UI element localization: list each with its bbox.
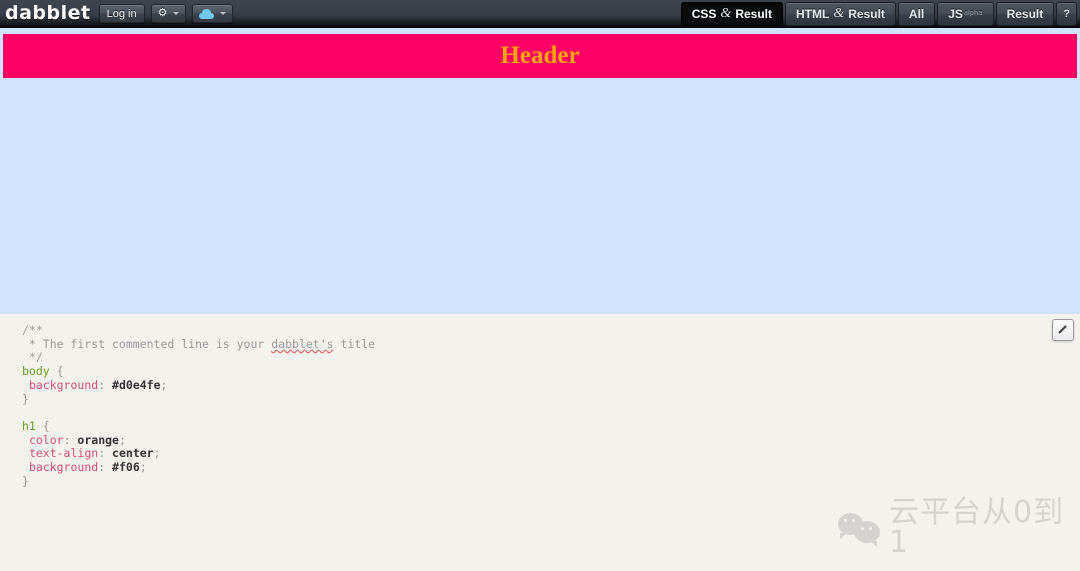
preview-header-h1: Header [3, 34, 1077, 78]
tab-result[interactable]: Result [995, 1, 1055, 26]
code-value-text-align: center [112, 446, 154, 461]
edit-toggle-button[interactable] [1052, 319, 1074, 341]
code-colon: : [98, 377, 113, 392]
css-editor-pane[interactable]: /** * The first commented line is your d… [0, 314, 1080, 571]
tab-css-result[interactable]: CSS & Result [680, 1, 783, 26]
code-line: /** [22, 323, 1080, 338]
code-brace-close: } [22, 391, 29, 406]
code-line: background: #f06; [22, 460, 1080, 475]
code-semicolon: ; [160, 377, 168, 392]
code-property-background-h1: background [28, 460, 99, 475]
code-value-background: #d0e4fe [112, 377, 161, 392]
tab-html-result[interactable]: HTML & Result [785, 1, 896, 26]
tab-html-result-left: HTML [796, 6, 830, 21]
tab-css-result-left: CSS [691, 6, 717, 21]
tab-result-label: Result [1006, 6, 1044, 21]
code-property-color: color [28, 432, 64, 447]
css-code-content[interactable]: /** * The first commented line is your d… [0, 314, 1080, 488]
code-semicolon: ; [139, 460, 147, 475]
chevron-down-icon [173, 12, 180, 15]
tab-html-result-right: Result [848, 6, 885, 21]
code-value-background-h1: #f06 [112, 460, 140, 475]
code-line: } [22, 473, 1080, 489]
code-comment-close: */ [22, 350, 43, 365]
login-button-label: Log in [106, 7, 137, 20]
tab-css-result-right: Result [735, 6, 772, 21]
code-colon: : [98, 460, 113, 475]
code-line: h1 { [22, 418, 1080, 434]
ampersand-glyph: & [720, 5, 732, 21]
code-selector-body: body [22, 364, 50, 379]
code-semicolon: ; [118, 432, 126, 447]
code-brace-close: } [22, 473, 29, 488]
save-cloud-button[interactable] [192, 4, 234, 23]
code-value-color: orange [77, 432, 119, 447]
code-property-text-align: text-align [28, 446, 99, 461]
top-toolbar: dabblet Log in ⚙ CSS & Result HTML & Res… [0, 0, 1080, 28]
tab-all-label: All [908, 6, 925, 21]
cloud-icon [199, 8, 215, 19]
code-comment-open: /** [22, 323, 43, 337]
code-selector-h1: h1 [22, 418, 36, 433]
code-comment-prefix: * The first commented line is your [22, 336, 272, 351]
help-button[interactable]: ? [1056, 1, 1077, 26]
view-tabs: CSS & Result HTML & Result All JS alpha … [680, 0, 1080, 28]
help-button-label: ? [1063, 7, 1070, 20]
code-brace-open: { [49, 364, 64, 379]
code-comment-suffix: title [333, 336, 376, 351]
code-line: color: orange; [22, 432, 1080, 448]
code-brace-open: { [35, 418, 50, 433]
code-line: * The first commented line is your dabbl… [22, 336, 1080, 352]
tab-js-label: JS [948, 6, 963, 21]
ampersand-glyph: & [833, 5, 845, 21]
code-property-background: background [28, 377, 99, 392]
result-preview-pane: Header [0, 28, 1080, 314]
code-line: */ [22, 351, 1080, 365]
chevron-down-icon [220, 12, 227, 15]
settings-button[interactable]: ⚙ [150, 4, 187, 23]
tab-js-alpha-badge: alpha [963, 10, 983, 17]
code-colon: : [63, 432, 78, 447]
app-logo[interactable]: dabblet [5, 4, 91, 23]
code-line: text-align: center; [22, 446, 1080, 461]
code-colon: : [98, 446, 113, 461]
gear-icon: ⚙ [157, 7, 168, 19]
tab-js[interactable]: JS alpha [937, 1, 994, 26]
pencil-icon [1058, 325, 1069, 336]
code-semicolon: ; [153, 446, 161, 461]
tab-all[interactable]: All [897, 1, 936, 26]
code-line: } [22, 391, 1080, 407]
code-line: background: #d0e4fe; [22, 377, 1080, 393]
code-comment-spellcheck-word: dabblet's [271, 336, 334, 351]
code-line: body { [22, 364, 1080, 379]
login-button[interactable]: Log in [98, 4, 145, 23]
